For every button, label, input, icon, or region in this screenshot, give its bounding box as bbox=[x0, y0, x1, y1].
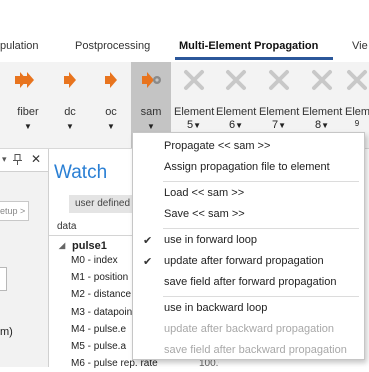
close-icon bbox=[312, 70, 332, 90]
collapse-triangle-icon[interactable]: ◢ bbox=[59, 238, 65, 254]
menu-item-use-in-forward-loop[interactable]: use in forward loop bbox=[164, 234, 257, 246]
tab-postprocessing[interactable]: Postprocessing bbox=[75, 40, 150, 52]
list-item[interactable]: M0 - index bbox=[49, 253, 133, 269]
menu-item-save-field-after-forward[interactable]: save field after forward propagation bbox=[164, 276, 336, 288]
element-label-oc: oc bbox=[105, 106, 117, 118]
menu-item-save[interactable]: Save << sam >> bbox=[164, 208, 245, 220]
data-column-header: data bbox=[49, 219, 141, 236]
element-label-fiber: fiber bbox=[17, 106, 39, 118]
element-label-8: Element bbox=[302, 106, 343, 118]
element-button-oc[interactable]: oc ▼ bbox=[91, 62, 131, 148]
active-tab-underline bbox=[175, 57, 333, 60]
element-number-9: 9 bbox=[354, 119, 360, 128]
chevron-down-icon: ▼ bbox=[235, 121, 244, 130]
element-label-7: Element bbox=[259, 106, 300, 118]
menu-item-use-in-backward-loop[interactable]: use in backward loop bbox=[164, 302, 267, 314]
element-number-6: 6▼ bbox=[228, 119, 244, 131]
element-label-5: Element bbox=[174, 106, 215, 118]
element-button-dc[interactable]: dc ▼ bbox=[50, 62, 90, 148]
left-panel-header: ▾ ✕ bbox=[0, 149, 48, 172]
checkmark-icon: ✔ bbox=[143, 256, 153, 268]
element-label-9: Element bbox=[345, 106, 369, 118]
element-number-5: 5▼ bbox=[186, 119, 202, 131]
menu-item-update-after-forward[interactable]: update after forward propagation bbox=[164, 255, 324, 267]
menu-separator bbox=[163, 181, 359, 182]
element-label-sam: sam bbox=[140, 106, 162, 118]
unit-label: m) bbox=[0, 326, 13, 338]
menu-separator bbox=[163, 228, 359, 229]
menu-item-save-field-after-backward: save field after backward propagation bbox=[164, 344, 347, 356]
dc-arrow-icon bbox=[64, 72, 76, 88]
sam-arrow-gear-icon bbox=[142, 72, 161, 88]
close-icon bbox=[269, 70, 289, 90]
menu-item-load[interactable]: Load << sam >> bbox=[164, 187, 244, 199]
pin-icon[interactable] bbox=[13, 154, 22, 165]
oc-arrow-icon bbox=[105, 72, 117, 88]
fiber-arrow-icon bbox=[22, 72, 34, 88]
menu-item-assign-propagation-file[interactable]: Assign propagation file to element bbox=[164, 161, 330, 173]
element-number-7: 7▼ bbox=[271, 119, 287, 131]
value-field[interactable] bbox=[0, 267, 7, 291]
watch-title: Watch bbox=[54, 162, 108, 183]
menu-item-update-after-backward: update after backward propagation bbox=[164, 323, 335, 335]
chevron-down-icon: ▼ bbox=[147, 122, 155, 131]
chevron-down-icon: ▼ bbox=[278, 121, 287, 130]
menu-item-propagate[interactable]: Propagate << sam >> bbox=[164, 140, 270, 152]
list-item[interactable]: M1 - position bbox=[49, 270, 133, 286]
chevron-down-icon[interactable]: ▾ bbox=[2, 154, 7, 165]
tab-view[interactable]: Vie bbox=[352, 40, 368, 52]
list-item[interactable]: M4 - pulse.e bbox=[49, 322, 133, 338]
close-icon bbox=[226, 70, 246, 90]
checkmark-icon: ✔ bbox=[143, 235, 153, 247]
chevron-down-icon: ▼ bbox=[66, 122, 74, 131]
list-item[interactable]: M3 - datapoints bbox=[49, 305, 133, 321]
close-icon[interactable]: ✕ bbox=[31, 152, 41, 166]
ribbon-tab-bar: pulation Postprocessing Multi-Element Pr… bbox=[0, 0, 369, 62]
chevron-down-icon: ▼ bbox=[321, 121, 330, 130]
list-item[interactable]: M5 - pulse.a bbox=[49, 339, 133, 355]
left-panel: ▾ ✕ etup > m) bbox=[0, 149, 49, 367]
menu-separator bbox=[163, 296, 359, 297]
close-icon bbox=[347, 70, 367, 90]
element-number-8: 8▼ bbox=[314, 119, 330, 131]
element-label-6: Element bbox=[216, 106, 257, 118]
chevron-down-icon: ▼ bbox=[193, 121, 202, 130]
close-icon bbox=[184, 70, 204, 90]
chevron-down-icon: ▼ bbox=[107, 122, 115, 131]
tab-multi-element-propagation[interactable]: Multi-Element Propagation bbox=[179, 40, 318, 52]
chevron-down-icon: ▼ bbox=[24, 122, 32, 131]
sam-context-menu: Propagate << sam >> Assign propagation f… bbox=[132, 132, 365, 360]
element-button-fiber[interactable]: fiber ▼ bbox=[8, 62, 48, 148]
list-item[interactable]: M2 - distance bbox=[49, 287, 133, 303]
setup-button[interactable]: etup > bbox=[0, 201, 29, 221]
element-label-dc: dc bbox=[64, 106, 76, 118]
tab-simulation[interactable]: pulation bbox=[0, 40, 39, 52]
tree-group-pulse1[interactable]: ◢ pulse1 bbox=[49, 238, 133, 254]
